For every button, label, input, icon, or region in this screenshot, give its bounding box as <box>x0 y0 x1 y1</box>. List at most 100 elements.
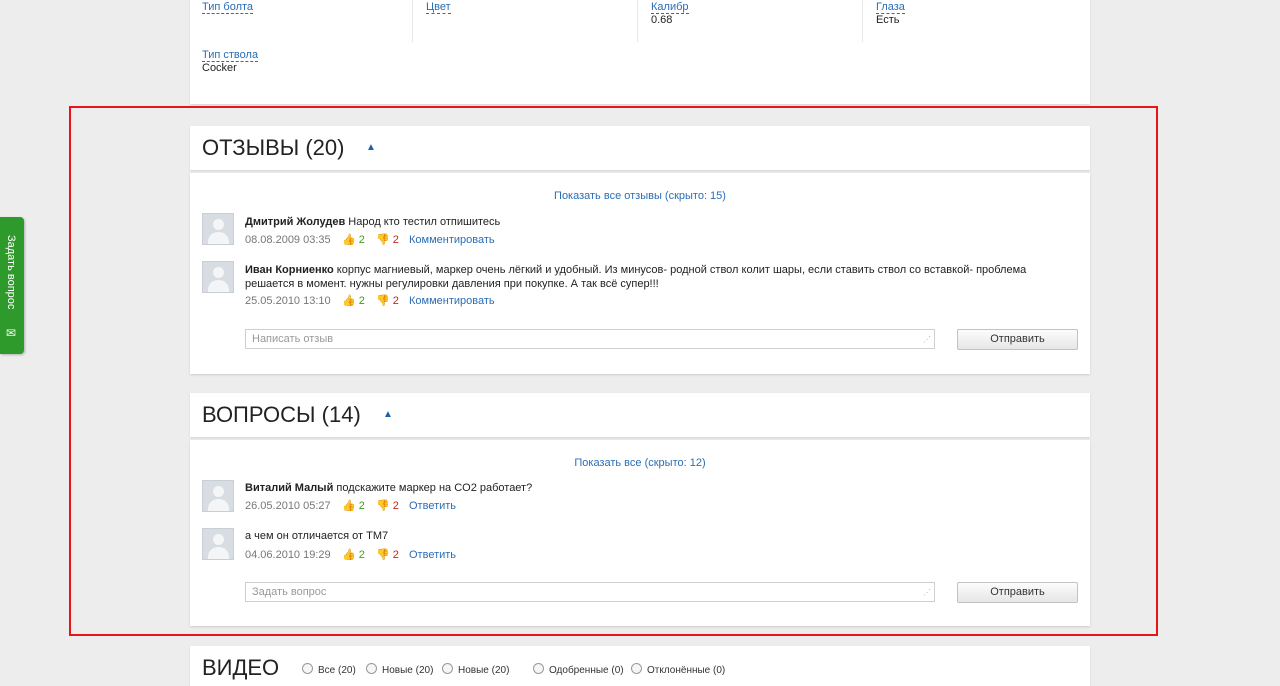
video-title: ВИДЕО <box>202 655 280 680</box>
divider <box>412 0 413 42</box>
video-filter-all[interactable]: Все (20) <box>302 663 356 676</box>
thumbs-down-icon: 👎 <box>376 549 390 561</box>
spec-barrel-type: Тип ствола Cocker <box>202 49 259 75</box>
review-text: Иван Корниенко корпус магниевый, маркер … <box>245 263 1075 291</box>
thumbs-down-icon: 👎 <box>376 234 390 246</box>
comment-link[interactable]: Комментировать <box>409 233 495 247</box>
submit-review-button[interactable]: Отправить <box>957 329 1078 350</box>
thumbs-up-icon: 👍 <box>342 234 356 246</box>
mail-icon: ✉ <box>6 326 17 340</box>
resize-grip-icon[interactable]: ⋰ <box>923 587 931 599</box>
review-body: корпус магниевый, маркер очень лёгкий и … <box>245 264 1027 290</box>
question-date: 26.05.2010 05:27 <box>245 500 331 512</box>
reply-link[interactable]: Ответить <box>409 548 456 562</box>
filter-label: Отклонённые (0) <box>647 665 726 676</box>
collapse-arrow-icon[interactable]: ▲ <box>383 409 393 420</box>
question-text: Виталий Малый подскажите маркер на CO2 р… <box>245 481 1075 495</box>
spec-label[interactable]: Цвет <box>426 1 451 14</box>
reviews-header: ОТЗЫВЫ (20) ▲ <box>190 126 1090 170</box>
like-button[interactable]: 👍 2 <box>342 548 365 562</box>
radio-icon <box>631 663 642 674</box>
dislike-count: 2 <box>392 549 399 561</box>
submit-question-button[interactable]: Отправить <box>957 582 1078 603</box>
question-input-placeholder: Задать вопрос <box>252 586 327 598</box>
questions-body: Показать все (скрыто: 12) Виталий Малый … <box>190 440 1090 626</box>
divider <box>862 0 863 42</box>
dislike-count: 2 <box>392 234 399 246</box>
spec-caliber: Калибр 0.68 <box>651 1 689 27</box>
spec-value: Cocker <box>202 62 237 74</box>
radio-icon <box>442 663 453 674</box>
comment-link[interactable]: Комментировать <box>409 294 495 308</box>
review-date: 25.05.2010 13:10 <box>245 295 331 307</box>
filter-label: Одобренные (0) <box>549 665 624 676</box>
avatar <box>202 261 234 293</box>
like-button[interactable]: 👍 2 <box>342 499 365 513</box>
avatar <box>202 528 234 560</box>
question-body: а чем он отличается от TM7 <box>245 530 389 542</box>
like-count: 2 <box>358 500 365 512</box>
spec-label[interactable]: Глаза <box>876 1 905 14</box>
review-text: Дмитрий Жолудев Народ кто тестил отпишит… <box>245 215 1075 229</box>
questions-title: ВОПРОСЫ (14) <box>202 402 361 427</box>
video-filter-rejected[interactable]: Отклонённые (0) <box>631 663 725 676</box>
review-date: 08.08.2009 03:35 <box>245 234 331 246</box>
like-count: 2 <box>358 549 365 561</box>
radio-icon <box>366 663 377 674</box>
collapse-arrow-icon[interactable]: ▲ <box>366 142 376 153</box>
review-author[interactable]: Дмитрий Жолудев <box>245 216 345 228</box>
divider <box>637 0 638 42</box>
question-author[interactable]: Виталий Малый <box>245 482 333 494</box>
dislike-button[interactable]: 👎 2 <box>376 548 399 562</box>
spec-label[interactable]: Тип болта <box>202 1 254 14</box>
question-date: 04.06.2010 19:29 <box>245 549 331 561</box>
dislike-count: 2 <box>392 500 399 512</box>
thumbs-up-icon: 👍 <box>342 500 356 512</box>
question-input[interactable]: Задать вопрос ⋰ <box>245 582 935 602</box>
video-filter-approved[interactable]: Одобренные (0) <box>533 663 624 676</box>
thumbs-up-icon: 👍 <box>342 549 356 561</box>
specs-panel: Тип болта Цвет Калибр 0.68 Глаза Есть Ти… <box>190 0 1090 104</box>
spec-label[interactable]: Тип ствола <box>202 49 259 62</box>
video-filter-new[interactable]: Новые (20) <box>366 663 433 676</box>
avatar <box>202 213 234 245</box>
review-author[interactable]: Иван Корниенко <box>245 264 334 276</box>
spec-label[interactable]: Калибр <box>651 1 689 14</box>
filter-label: Новые (20) <box>458 665 510 676</box>
dislike-button[interactable]: 👎 2 <box>376 499 399 513</box>
review-body: Народ кто тестил отпишитесь <box>345 216 501 228</box>
like-count: 2 <box>358 295 365 307</box>
reviews-title: ОТЗЫВЫ (20) <box>202 135 345 160</box>
dislike-button[interactable]: 👎 2 <box>376 294 399 308</box>
video-header: ВИДЕО Все (20) Новые (20) Новые (20) Одо… <box>190 646 1090 686</box>
dislike-button[interactable]: 👎 2 <box>376 233 399 247</box>
spec-eyes: Глаза Есть <box>876 1 905 27</box>
radio-icon <box>302 663 313 674</box>
reviews-body: Показать все отзывы (скрыто: 15) Дмитрий… <box>190 173 1090 374</box>
dislike-count: 2 <box>392 295 399 307</box>
question-text: а чем он отличается от TM7 <box>245 529 1075 543</box>
video-filter-new-2[interactable]: Новые (20) <box>442 663 509 676</box>
spec-value: 0.68 <box>651 14 673 26</box>
show-all-reviews-link[interactable]: Показать все отзывы (скрыто: 15) <box>190 190 1090 202</box>
thumbs-down-icon: 👎 <box>376 500 390 512</box>
questions-header: ВОПРОСЫ (14) ▲ <box>190 393 1090 437</box>
spec-color: Цвет <box>426 1 451 14</box>
spec-bolt-type: Тип болта <box>202 1 254 14</box>
review-input[interactable]: Написать отзыв ⋰ <box>245 329 935 349</box>
ask-question-tab[interactable]: Задать вопрос ✉ <box>0 217 24 354</box>
like-button[interactable]: 👍 2 <box>342 233 365 247</box>
thumbs-down-icon: 👎 <box>376 295 390 307</box>
spec-value: Есть <box>876 14 900 26</box>
like-button[interactable]: 👍 2 <box>342 294 365 308</box>
show-all-questions-link[interactable]: Показать все (скрыто: 12) <box>190 457 1090 469</box>
reply-link[interactable]: Ответить <box>409 499 456 513</box>
filter-label: Новые (20) <box>382 665 434 676</box>
thumbs-up-icon: 👍 <box>342 295 356 307</box>
question-body: подскажите маркер на CO2 работает? <box>333 482 533 494</box>
ask-question-label: Задать вопрос <box>5 235 17 310</box>
avatar <box>202 480 234 512</box>
resize-grip-icon[interactable]: ⋰ <box>923 334 931 346</box>
radio-icon <box>533 663 544 674</box>
review-input-placeholder: Написать отзыв <box>252 333 334 345</box>
